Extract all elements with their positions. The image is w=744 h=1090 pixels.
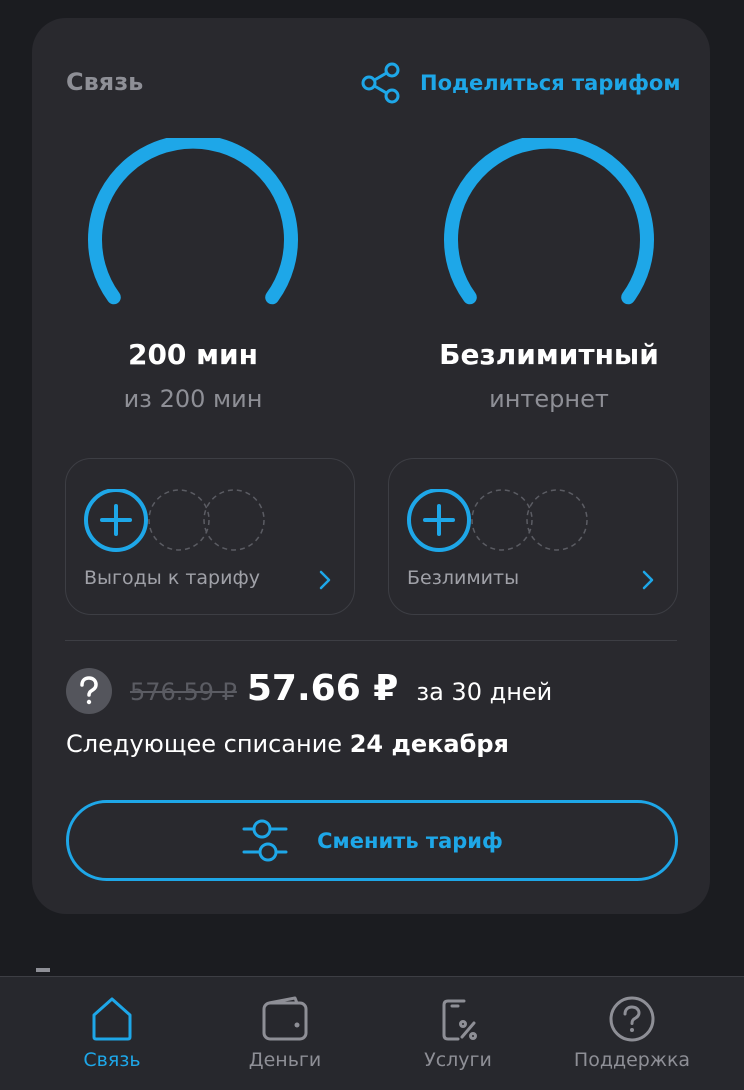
home-icon <box>92 997 132 1041</box>
next-charge-label: Следующее списание <box>66 730 343 758</box>
nav-label: Поддержка <box>573 1049 691 1071</box>
wallet-icon <box>262 996 308 1041</box>
change-tariff-label: Сменить тариф <box>317 828 503 853</box>
share-icon <box>361 62 400 104</box>
new-price: 57.66 ₽ <box>246 668 399 709</box>
old-price: 576.59 ₽ <box>130 678 237 706</box>
next-charge-date: 24 декабря <box>349 730 509 758</box>
sliders-icon <box>242 819 288 861</box>
chevron-right-icon <box>642 570 654 590</box>
nav-label: Услуги <box>424 1049 492 1071</box>
bottom-nav: Связь Деньги Услуги Поддержка <box>0 976 744 1090</box>
benefits-tile[interactable]: Выгоды к тарифу <box>65 458 355 615</box>
help-button[interactable] <box>66 668 112 714</box>
support-icon <box>609 996 655 1042</box>
empty-slots <box>148 489 265 551</box>
price-period: за 30 дней <box>416 678 553 706</box>
chevron-right-icon <box>319 570 331 590</box>
minutes-gauge[interactable]: 200 мин из 200 мин <box>78 138 308 413</box>
section-title: Связь <box>66 68 144 96</box>
price-row: 576.59 ₽ 57.66 ₽ за 30 дней <box>130 668 552 718</box>
internet-caption: интернет <box>489 385 609 413</box>
internet-gauge-ring <box>444 138 654 305</box>
change-tariff-button[interactable]: Сменить тариф <box>66 800 678 881</box>
nav-item-services[interactable]: Услуги <box>378 977 538 1090</box>
internet-value: Безлимитный <box>439 338 659 371</box>
plus-circle-icon[interactable] <box>83 489 149 555</box>
next-section-peek <box>36 968 50 972</box>
benefits-label: Выгоды к тарифу <box>84 567 260 589</box>
plus-circle-icon[interactable] <box>406 489 472 555</box>
nav-label: Деньги <box>248 1049 322 1071</box>
nav-item-support[interactable]: Поддержка <box>552 977 712 1090</box>
unlimited-label: Безлимиты <box>407 567 520 589</box>
question-icon <box>80 676 98 705</box>
share-tariff-button[interactable]: Поделиться тарифом <box>358 58 681 108</box>
nav-item-money[interactable]: Деньги <box>205 977 365 1090</box>
nav-item-connection[interactable]: Связь <box>32 977 192 1090</box>
empty-slots <box>471 489 588 551</box>
next-charge: Следующее списание 24 декабря <box>66 730 509 758</box>
nav-label: Связь <box>83 1049 141 1071</box>
share-tariff-label: Поделиться тарифом <box>420 71 681 95</box>
minutes-caption: из 200 мин <box>123 385 263 413</box>
minutes-value: 200 мин <box>127 338 259 371</box>
internet-gauge[interactable]: Безлимитный интернет <box>434 138 664 413</box>
divider <box>65 640 677 641</box>
minutes-gauge-ring <box>88 138 298 305</box>
services-icon <box>442 999 477 1041</box>
unlimited-tile[interactable]: Безлимиты <box>388 458 678 615</box>
tariff-card: Связь Поделиться тарифом 200 мин из 200 … <box>32 18 710 914</box>
